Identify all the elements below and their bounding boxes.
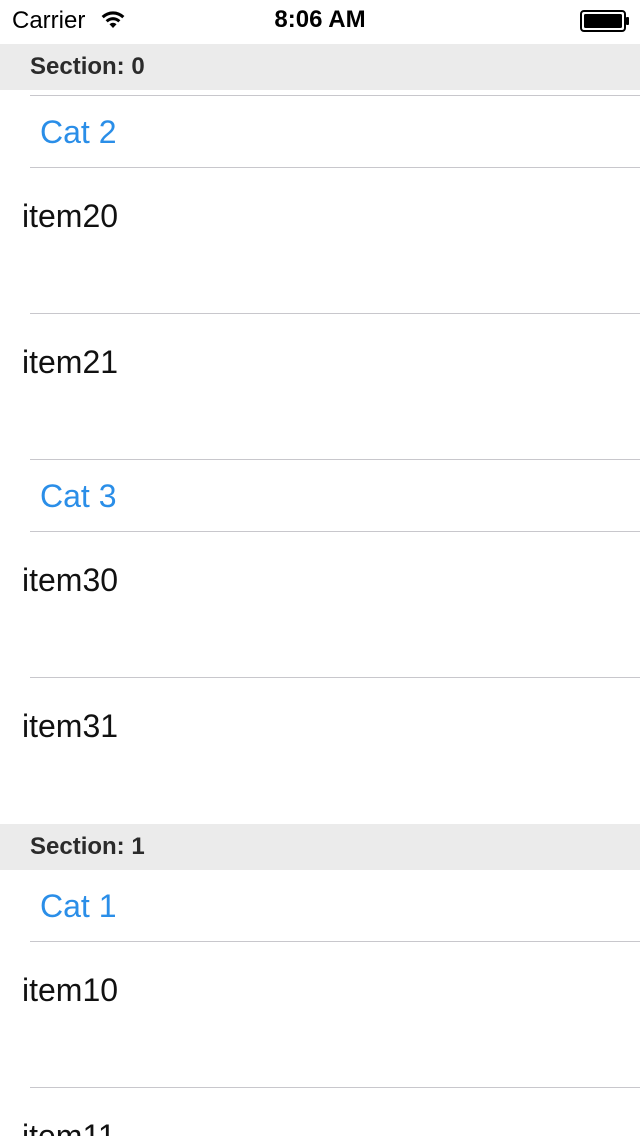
status-bar: Carrier 8:06 AM	[0, 0, 640, 42]
item-label: item21	[22, 344, 119, 380]
category-row[interactable]: Cat 3	[0, 460, 640, 532]
section-header: Section: 1	[0, 824, 640, 870]
list-item[interactable]: item31	[0, 678, 640, 824]
category-row[interactable]: Cat 2	[0, 96, 640, 168]
section-title: Section: 1	[30, 833, 145, 860]
list-item[interactable]: item11	[0, 1088, 640, 1136]
status-time: 8:06 AM	[274, 6, 366, 33]
item-label: item31	[22, 708, 119, 744]
battery-icon	[580, 10, 629, 32]
item-label: item11	[22, 1118, 116, 1136]
item-label: item10	[22, 972, 119, 1008]
category-label[interactable]: Cat 1	[40, 888, 116, 925]
category-label[interactable]: Cat 2	[40, 114, 116, 151]
list-item[interactable]: item30	[0, 532, 640, 678]
item-label: item30	[22, 562, 119, 598]
category-row[interactable]: Cat 1	[0, 870, 640, 942]
list-item[interactable]: item20	[0, 168, 640, 314]
item-label: item20	[22, 198, 119, 234]
list-item[interactable]: item21	[0, 314, 640, 460]
list-item[interactable]: item10	[0, 942, 640, 1088]
section-title: Section: 0	[30, 53, 145, 80]
category-label[interactable]: Cat 3	[40, 478, 116, 515]
section-header: Section: 0	[0, 44, 640, 90]
